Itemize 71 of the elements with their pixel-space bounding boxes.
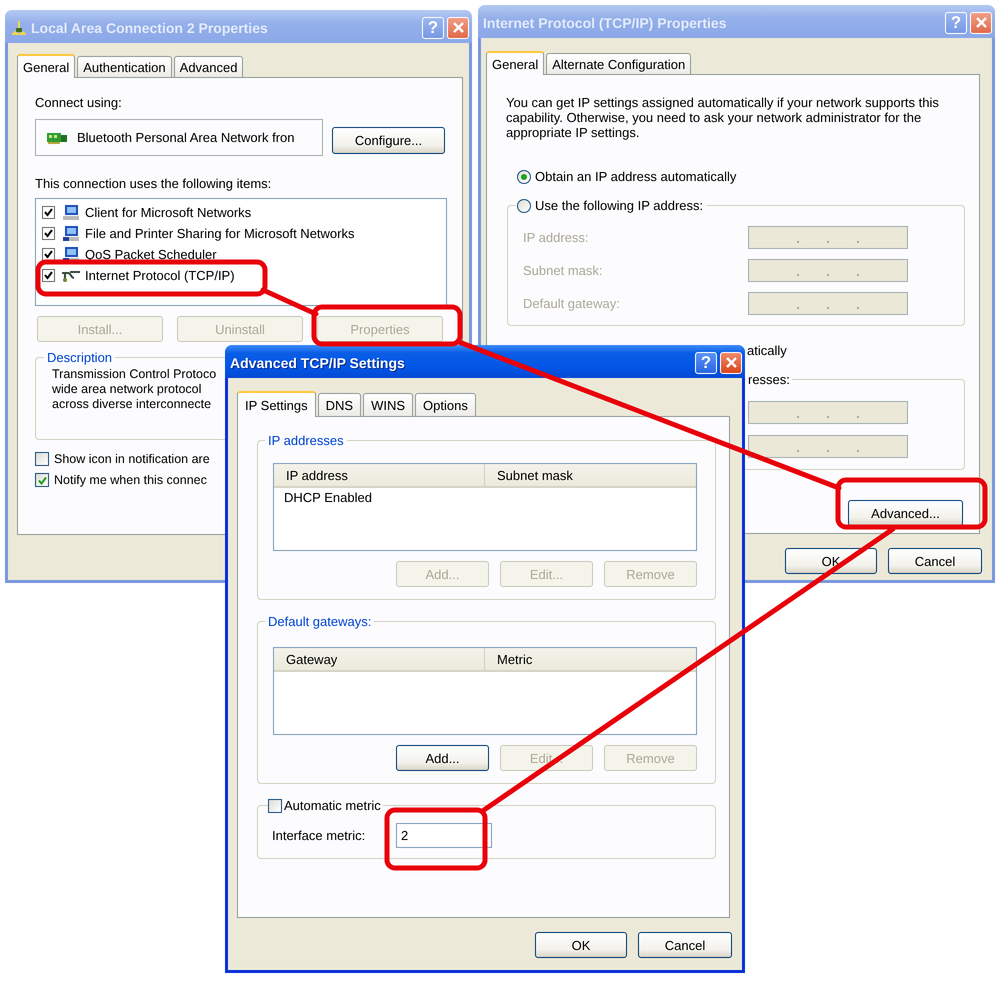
close-button[interactable] [720, 352, 742, 374]
field-label: This connection uses the following items: [35, 176, 272, 192]
column-header[interactable]: Metric [485, 648, 532, 670]
intro-text: You can get IP settings assigned automatically if your network supports this capability. Otherwise, you need to ask your network administrator for the appropriate IP settings. [506, 95, 940, 140]
radio-button[interactable] [517, 198, 531, 212]
checkbox[interactable] [42, 227, 55, 240]
network-card-icon [46, 130, 68, 144]
leader-line [260, 288, 318, 316]
list-item[interactable]: File and Printer Sharing for Microsoft Networks [85, 226, 354, 242]
action-button[interactable]: Add... [396, 745, 489, 771]
dialog-button[interactable]: OK [785, 548, 877, 574]
tab[interactable]: WINS [363, 393, 414, 416]
configure-button[interactable]: Configure... [332, 127, 445, 154]
column-header[interactable]: Subnet mask [485, 464, 573, 486]
computer-icon [61, 224, 81, 242]
checkbox[interactable] [35, 452, 49, 466]
close-icon [724, 356, 738, 369]
adapter-name: Bluetooth Personal Area Network fron [77, 130, 295, 145]
radio-button[interactable] [517, 170, 531, 184]
list-item[interactable]: DHCP Enabled [284, 490, 372, 506]
window-title: Internet Protocol (TCP/IP) Properties [483, 14, 726, 30]
list-item[interactable]: Internet Protocol (TCP/IP) [85, 268, 235, 284]
description-text: wide area network protocol [52, 382, 202, 397]
field-label: Subnet mask: [523, 263, 604, 278]
description-text: across diverse interconnecte [52, 397, 212, 412]
group-label: Default gateways: [267, 614, 372, 629]
close-button[interactable] [447, 16, 469, 38]
tab[interactable]: Options [415, 393, 476, 416]
column-header[interactable]: IP address [274, 464, 485, 486]
radio-label: Use the following IP address: [535, 198, 704, 213]
close-button[interactable] [970, 12, 992, 34]
checkbox[interactable] [35, 473, 49, 487]
column-header[interactable]: Gateway [274, 648, 485, 670]
interface-metric-field[interactable]: 2 [396, 823, 492, 848]
checkbox[interactable] [268, 798, 282, 812]
checkbox-label: Automatic metric [284, 798, 381, 813]
tab[interactable]: Authentication [77, 56, 172, 77]
close-icon [974, 16, 988, 29]
tab[interactable]: Alternate Configuration [546, 53, 692, 74]
dialog-button[interactable]: Cancel [638, 932, 732, 958]
checkbox[interactable] [42, 248, 55, 261]
field-label: IP address: [523, 230, 590, 245]
network-icon [10, 20, 28, 36]
window-title: Advanced TCP/IP Settings [230, 354, 405, 370]
group-label: IP addresses [267, 433, 345, 448]
tab[interactable]: General [486, 51, 544, 75]
description-text: Transmission Control Protoco [52, 367, 216, 382]
group-label: resses: [747, 372, 791, 387]
help-button[interactable]: ? [695, 352, 717, 374]
field-label: Interface metric: [272, 828, 366, 843]
checkbox[interactable] [42, 269, 55, 282]
list-item[interactable]: Client for Microsoft Networks [85, 204, 252, 220]
window-title: Local Area Connection 2 Properties [31, 20, 268, 36]
advanced-button[interactable]: Advanced... [848, 500, 963, 526]
network-icon [61, 268, 81, 282]
checkbox[interactable] [42, 206, 55, 219]
dialog-button[interactable]: Cancel [888, 548, 982, 574]
tab[interactable]: DNS [318, 393, 362, 416]
checkbox-label: Notify me when this connec [54, 473, 207, 487]
group-label: Description [46, 350, 114, 365]
checkbox-label: Show icon in notification are [54, 452, 210, 466]
dialog-button[interactable]: OK [535, 932, 627, 958]
radio-label: Obtain an IP address automatically [535, 169, 736, 184]
tab[interactable]: Advanced [174, 56, 244, 77]
tab[interactable]: IP Settings [237, 391, 316, 417]
list-item[interactable]: QoS Packet Scheduler [85, 246, 217, 262]
field-label: Connect using: [35, 95, 122, 111]
field-label: Default gateway: [523, 296, 621, 311]
close-icon [452, 21, 464, 34]
tab[interactable]: General [17, 54, 76, 78]
radio-label: atically [747, 343, 787, 358]
